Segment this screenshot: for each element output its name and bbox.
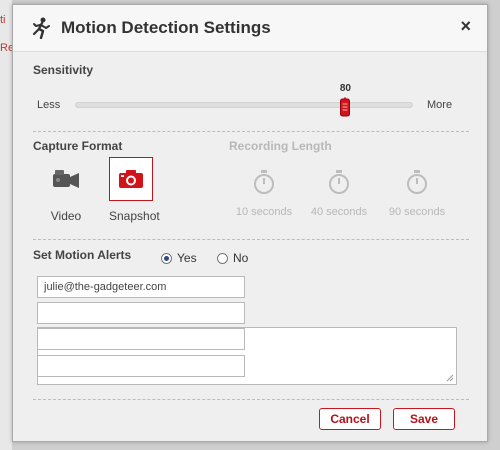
slider-value-label: 80 — [339, 83, 351, 94]
alert-email-field[interactable]: julie@the-gadgeteer.com — [37, 276, 245, 298]
recording-option-40[interactable]: 40 seconds — [299, 169, 379, 218]
cancel-button[interactable]: Cancel — [319, 408, 381, 430]
alert-email-field[interactable] — [37, 302, 245, 324]
sensitivity-slider-track[interactable] — [75, 102, 413, 108]
slider-max-label: More — [427, 99, 453, 111]
resize-grip-icon[interactable] — [446, 374, 454, 382]
motion-alerts-label: Set Motion Alerts — [33, 248, 132, 262]
sensitivity-slider-handle[interactable] — [340, 97, 351, 117]
format-option-video[interactable]: Video — [43, 157, 89, 223]
alerts-yes-radio[interactable]: Yes — [161, 251, 197, 265]
save-button[interactable]: Save — [393, 408, 455, 430]
recording-option-10[interactable]: 10 seconds — [224, 169, 304, 218]
running-person-icon — [32, 17, 50, 39]
dialog-title-bar: Motion Detection Settings × — [13, 5, 487, 52]
section-divider — [33, 239, 469, 240]
section-divider — [33, 399, 469, 400]
alerts-no-radio[interactable]: No — [217, 251, 248, 265]
dialog-title: Motion Detection Settings — [61, 18, 271, 37]
radio-label: No — [233, 251, 249, 265]
format-option-label: Video — [50, 209, 82, 223]
background-page-edge — [0, 0, 12, 450]
radio-label: Yes — [177, 251, 197, 265]
radio-button[interactable] — [217, 252, 228, 264]
recording-length-label: Recording Length — [229, 139, 332, 153]
background-text-fragment: ti — [0, 14, 6, 26]
format-option-snapshot[interactable]: Snapshot — [109, 157, 160, 223]
format-option-label: Snapshot — [109, 209, 160, 223]
recording-option-90[interactable]: 90 seconds — [377, 169, 457, 218]
recording-option-label: 40 seconds — [310, 206, 368, 218]
camera-icon — [119, 170, 143, 188]
alert-email-field[interactable] — [37, 355, 245, 377]
video-camera-icon — [53, 170, 79, 188]
stopwatch-icon — [407, 170, 427, 194]
close-button[interactable]: × — [460, 17, 471, 35]
motion-detection-dialog: Motion Detection Settings × Sensitivity … — [12, 4, 488, 442]
capture-format-label: Capture Format — [33, 139, 123, 153]
radio-button[interactable] — [161, 252, 172, 264]
stopwatch-icon — [254, 170, 274, 194]
slider-min-label: Less — [37, 99, 61, 111]
stopwatch-icon — [329, 170, 349, 194]
sensitivity-label: Sensitivity — [33, 63, 94, 77]
section-divider — [33, 131, 469, 132]
recording-option-label: 10 seconds — [235, 206, 293, 218]
recording-option-label: 90 seconds — [388, 206, 446, 218]
alert-email-field[interactable] — [37, 328, 245, 350]
